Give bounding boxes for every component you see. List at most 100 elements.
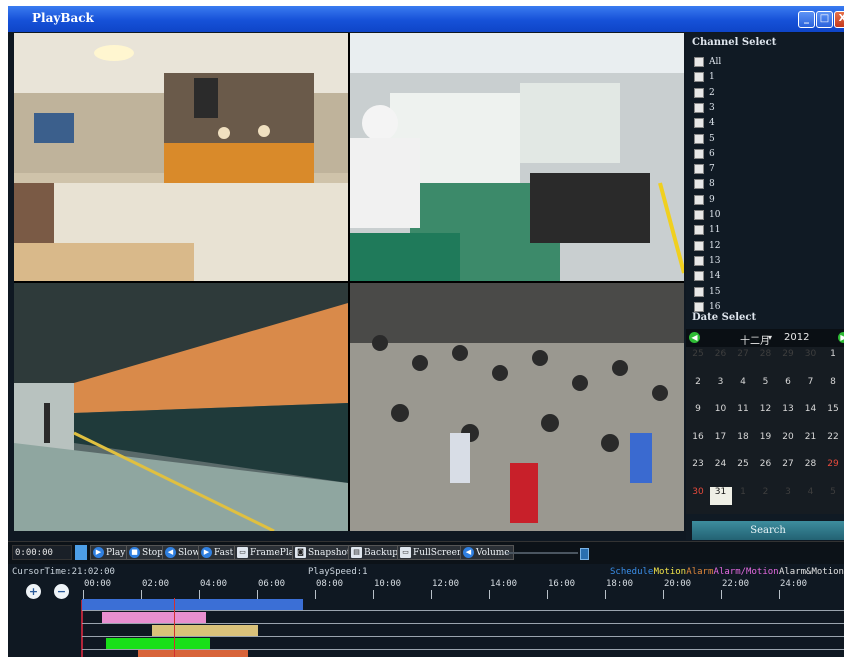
record-segment-schedule[interactable]	[82, 599, 303, 610]
calendar-day[interactable]: 22	[822, 432, 844, 450]
time-input[interactable]: 0:00:00	[12, 545, 72, 560]
camera-view-3[interactable]	[14, 283, 348, 531]
calendar-day[interactable]: 9	[687, 404, 709, 422]
video-grid[interactable]	[14, 33, 684, 531]
channel-checkbox-all[interactable]: All	[694, 55, 721, 69]
channel-checkbox-4[interactable]: 4	[694, 116, 715, 130]
calendar-day[interactable]: 25	[687, 349, 709, 367]
channel-checkbox-7[interactable]: 7	[694, 162, 715, 176]
calendar-day[interactable]: 10	[710, 404, 732, 422]
calendar-day[interactable]: 21	[800, 432, 822, 450]
checkbox-icon[interactable]	[694, 286, 704, 297]
checkbox-icon[interactable]	[694, 72, 704, 83]
checkbox-icon[interactable]	[694, 210, 704, 220]
calendar-day[interactable]: 1	[822, 349, 844, 367]
calendar-day[interactable]: 30	[687, 487, 709, 505]
checkbox-icon[interactable]	[694, 133, 704, 144]
calendar-day[interactable]: 15	[822, 404, 844, 422]
calendar-day[interactable]: 2	[687, 377, 709, 395]
next-month-icon[interactable]: ▶	[838, 332, 844, 343]
calendar-day[interactable]: 27	[777, 459, 799, 477]
channel-checkbox-2[interactable]: 2	[694, 86, 715, 100]
calendar-day[interactable]: 31	[709, 486, 732, 505]
calendar-year[interactable]: 2012	[784, 332, 809, 343]
calendar-day[interactable]: 3	[710, 377, 732, 395]
volume-slider[interactable]	[506, 552, 578, 554]
month-dropdown-icon[interactable]: ▾	[768, 333, 772, 342]
play-button[interactable]: ▶ Play	[90, 545, 130, 560]
calendar-day[interactable]: 3	[777, 487, 799, 505]
checkbox-icon[interactable]	[694, 271, 704, 282]
calendar-day[interactable]: 5	[822, 487, 844, 505]
search-button[interactable]: Search	[692, 521, 844, 540]
backup-button[interactable]: ▤ Backup	[348, 545, 403, 560]
zoom-in-icon[interactable]: +	[26, 584, 41, 599]
channel-checkbox-1[interactable]: 1	[694, 70, 715, 84]
title-bar[interactable]: PlayBack _ □ X	[8, 6, 844, 32]
channel-checkbox-10[interactable]: 10	[694, 208, 720, 222]
calendar-day[interactable]: 12	[755, 404, 777, 422]
record-segment-manual[interactable]	[106, 638, 210, 649]
calendar-day[interactable]: 23	[687, 459, 709, 477]
calendar-day[interactable]: 4	[800, 487, 822, 505]
channel-checkbox-12[interactable]: 12	[694, 239, 720, 253]
checkbox-icon[interactable]	[694, 179, 704, 190]
calendar-day[interactable]: 29	[777, 349, 799, 367]
zoom-out-icon[interactable]: −	[54, 584, 69, 599]
snapshot-button[interactable]: ◙ Snapshot	[292, 545, 355, 560]
calendar-day[interactable]: 26	[710, 349, 732, 367]
volume-slider-thumb[interactable]	[580, 548, 589, 560]
camera-view-1[interactable]	[14, 33, 348, 281]
maximize-icon[interactable]: □	[816, 11, 833, 28]
calendar-month[interactable]: 十二月	[740, 332, 770, 347]
stop-button[interactable]: ■ Stop	[126, 545, 167, 560]
channel-checkbox-14[interactable]: 14	[694, 269, 720, 283]
calendar-day[interactable]: 11	[732, 404, 754, 422]
channel-checkbox-11[interactable]: 11	[694, 223, 720, 237]
calendar-day[interactable]: 6	[777, 377, 799, 395]
fullscreen-button[interactable]: ▭ FullScreen	[397, 545, 467, 560]
checkbox-icon[interactable]	[694, 87, 704, 98]
calendar-day[interactable]: 18	[732, 432, 754, 450]
record-segment-motion[interactable]	[152, 625, 258, 636]
channel-checkbox-8[interactable]: 8	[694, 177, 715, 191]
calendar-day[interactable]: 7	[800, 377, 822, 395]
channel-checkbox-9[interactable]: 9	[694, 193, 715, 207]
calendar-day[interactable]: 24	[710, 459, 732, 477]
checkbox-icon[interactable]	[694, 118, 704, 129]
channel-checkbox-15[interactable]: 15	[694, 285, 720, 299]
timeline[interactable]: CursorTime:21:02:00 PlaySpeed:1 Schedule…	[8, 564, 844, 657]
calendar-day[interactable]: 25	[732, 459, 754, 477]
calendar-day[interactable]: 16	[687, 432, 709, 450]
calendar-day[interactable]: 4	[732, 377, 754, 395]
calendar-day[interactable]: 1	[732, 487, 754, 505]
calendar-day[interactable]: 28	[800, 459, 822, 477]
calendar-day[interactable]: 14	[800, 404, 822, 422]
minimize-icon[interactable]: _	[798, 11, 815, 28]
channel-checkbox-6[interactable]: 6	[694, 147, 715, 161]
record-segment-alarm-motion[interactable]	[102, 612, 206, 623]
prev-month-icon[interactable]: ◀	[689, 332, 700, 343]
calendar-day[interactable]: 27	[732, 349, 754, 367]
close-icon[interactable]: X	[834, 11, 844, 28]
channel-checkbox-5[interactable]: 5	[694, 132, 715, 146]
calendar-day[interactable]: 2	[755, 487, 777, 505]
channel-checkbox-13[interactable]: 13	[694, 254, 720, 268]
calendar-day[interactable]: 30	[800, 349, 822, 367]
checkbox-icon[interactable]	[694, 57, 704, 67]
fast-button[interactable]: ▶ Fast	[198, 545, 238, 560]
timeline-cursor[interactable]	[174, 598, 175, 657]
calendar-day[interactable]: 28	[755, 349, 777, 367]
calendar-day[interactable]: 5	[755, 377, 777, 395]
calendar-day[interactable]: 29	[822, 459, 844, 477]
checkbox-icon[interactable]	[694, 148, 704, 159]
time-spinner[interactable]	[75, 545, 87, 560]
checkbox-icon[interactable]	[694, 301, 704, 312]
calendar-day[interactable]: 26	[755, 459, 777, 477]
checkbox-icon[interactable]	[694, 102, 704, 113]
channel-checkbox-3[interactable]: 3	[694, 101, 715, 115]
calendar-day[interactable]: 20	[777, 432, 799, 450]
camera-view-4[interactable]	[350, 283, 684, 531]
calendar-day[interactable]: 19	[755, 432, 777, 450]
camera-view-2[interactable]	[350, 33, 684, 281]
